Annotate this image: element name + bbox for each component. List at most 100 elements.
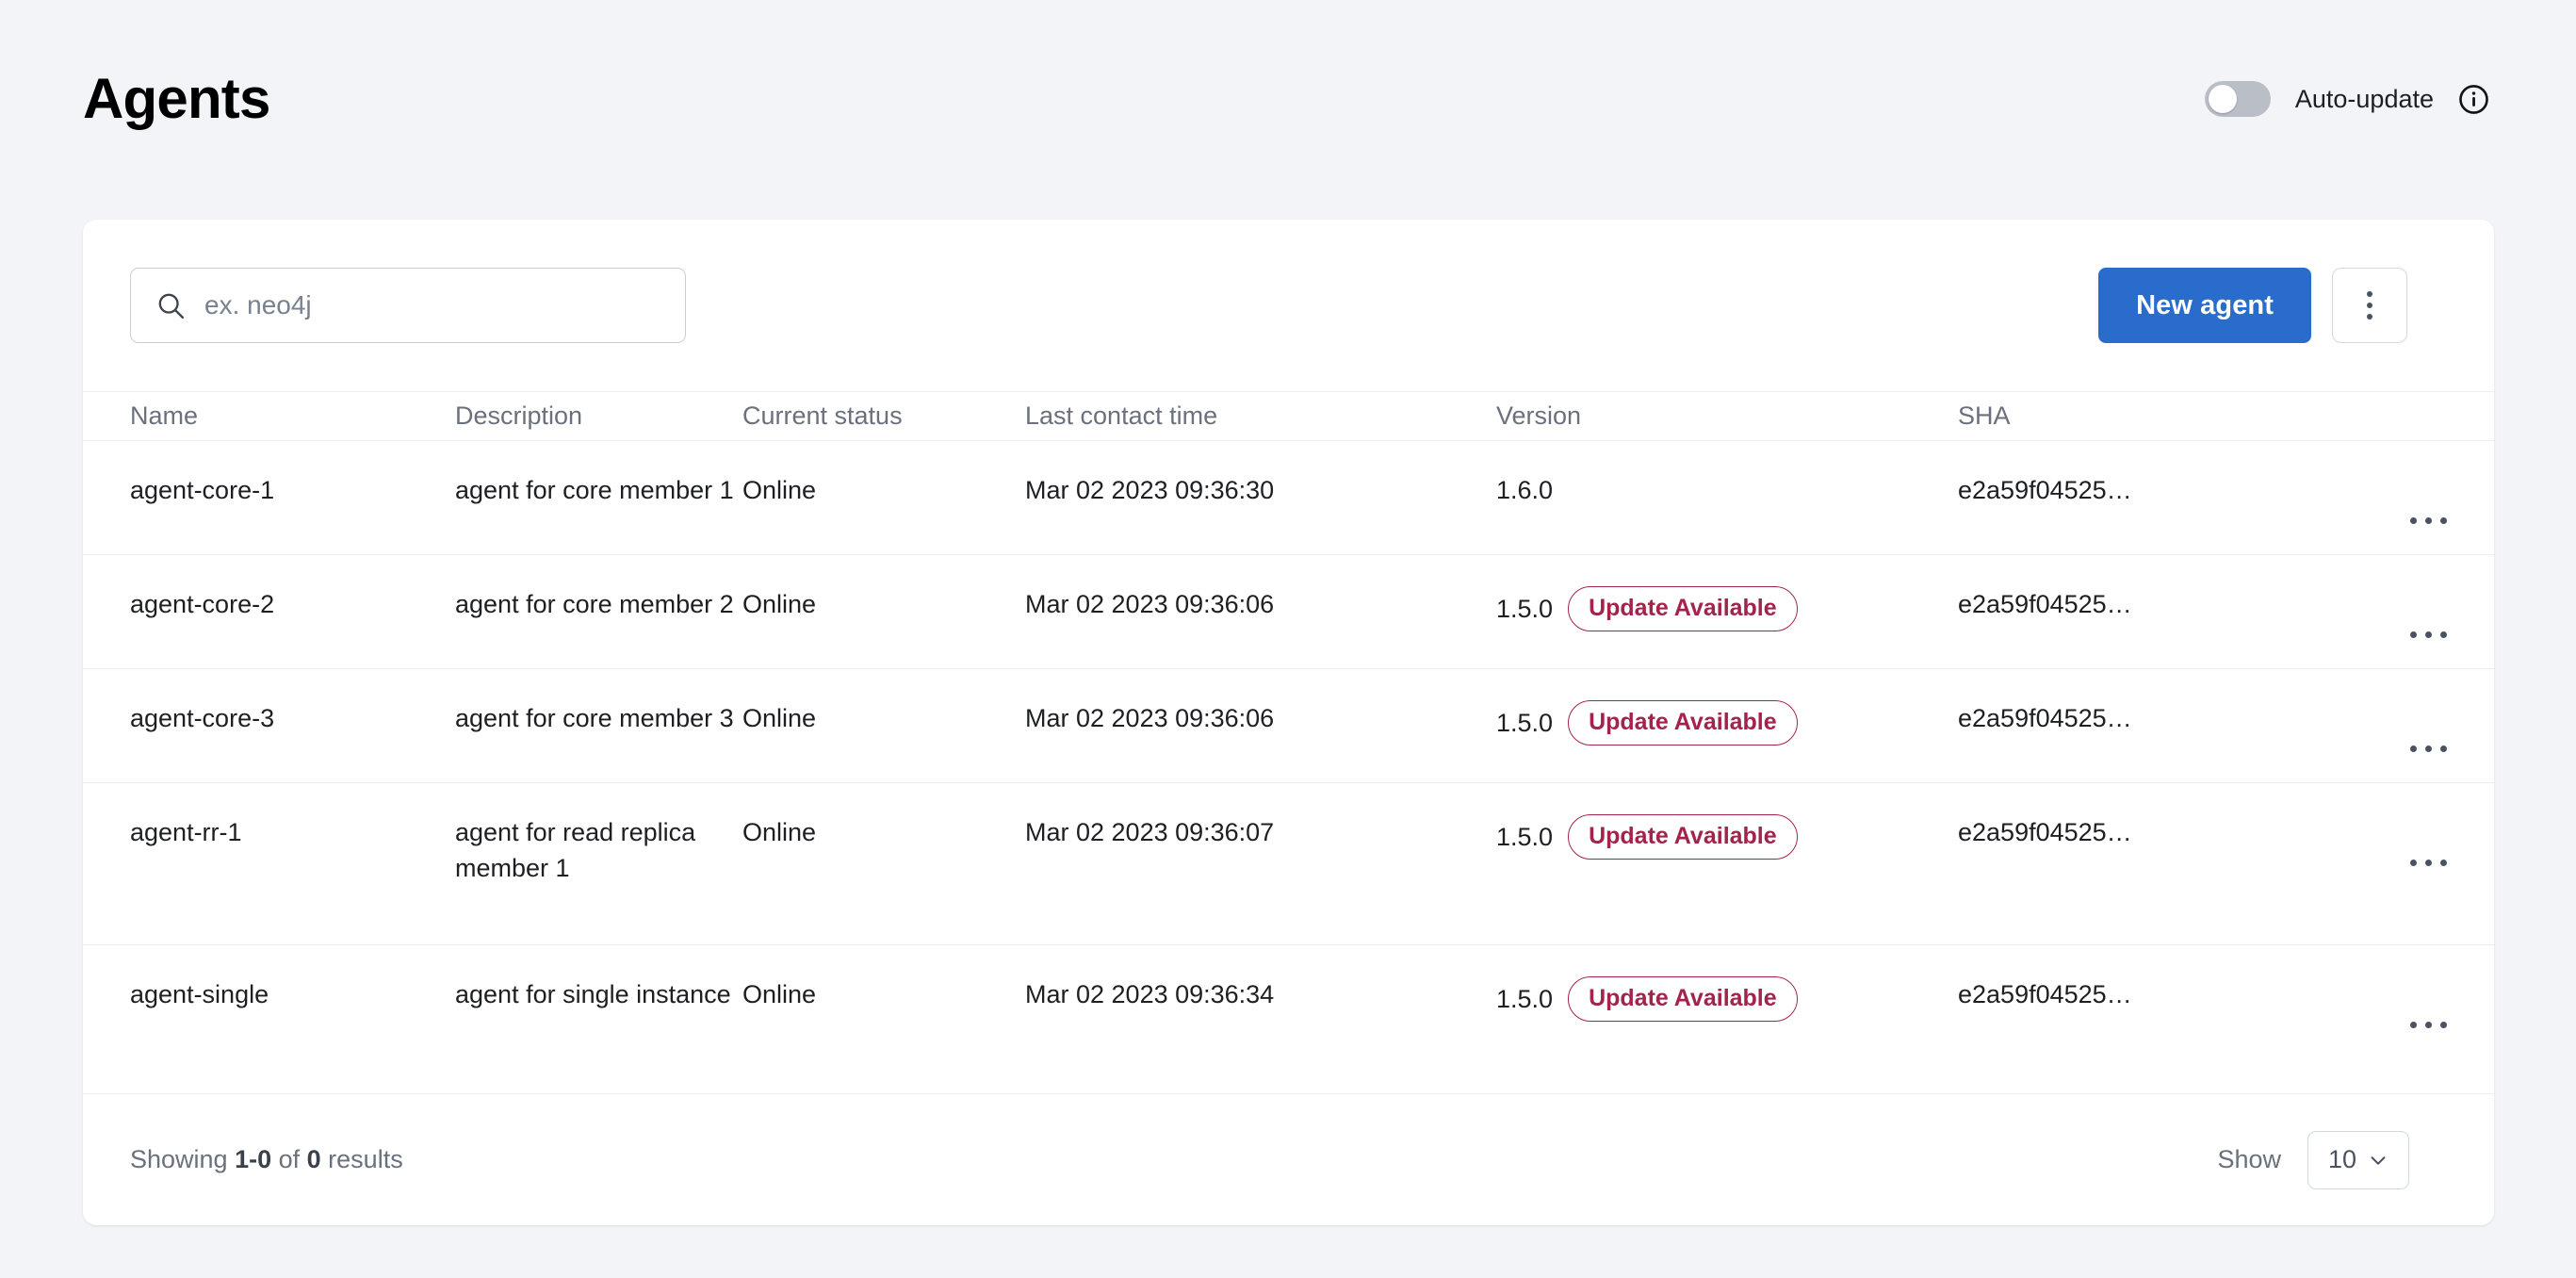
page-size-value: 10 [2327, 1145, 2357, 1173]
cell-name: agent-core-2 [130, 590, 275, 618]
horizontal-dots-icon [2440, 1022, 2447, 1028]
cell-last-contact: Mar 02 2023 09:36:06 [1025, 704, 1275, 732]
horizontal-dots-icon [2425, 631, 2432, 638]
version-value: 1.6.0 [1496, 476, 1554, 504]
vertical-dots-icon [2367, 291, 2372, 297]
cell-description: agent for core member 1 [455, 476, 734, 504]
column-header-status: Current status [742, 401, 903, 430]
table-row[interactable]: agent-single agent for single instance O… [83, 944, 2494, 1093]
horizontal-dots-icon [2440, 746, 2447, 752]
table-overflow-menu-button[interactable] [2332, 268, 2407, 343]
cell-status: Online [742, 476, 817, 504]
table-toolbar: New agent [83, 220, 2494, 391]
column-header-sha: SHA [1958, 401, 2011, 430]
page-header: Agents Auto-update [0, 0, 2576, 198]
update-available-badge[interactable]: Update Available [1568, 586, 1798, 631]
toggle-knob [2208, 85, 2237, 113]
new-agent-button[interactable]: New agent [2098, 268, 2311, 343]
horizontal-dots-icon [2410, 860, 2417, 866]
column-header-description: Description [455, 401, 583, 430]
horizontal-dots-icon [2425, 746, 2432, 752]
horizontal-dots-icon [2410, 746, 2417, 752]
update-available-badge[interactable]: Update Available [1568, 814, 1798, 860]
version-value: 1.5.0 [1496, 822, 1554, 851]
cell-description: agent for single instance [455, 980, 731, 1008]
table-row[interactable]: agent-core-3 agent for core member 3 Onl… [83, 668, 2494, 782]
column-header-last-contact: Last contact time [1025, 401, 1218, 430]
cell-name: agent-core-1 [130, 476, 275, 504]
show-label: Show [2217, 1145, 2281, 1173]
cell-actions [2363, 945, 2494, 1036]
update-available-badge[interactable]: Update Available [1568, 976, 1798, 1022]
horizontal-dots-icon [2425, 517, 2432, 524]
column-header-version: Version [1496, 401, 1582, 430]
cell-description: agent for core member 2 [455, 590, 734, 618]
cell-version: 1.6.0 [1496, 441, 1958, 508]
row-actions-button[interactable] [2403, 624, 2454, 646]
auto-update-toggle[interactable] [2204, 81, 2271, 117]
cell-sha: e2a59f04525… [1958, 590, 2132, 618]
cell-sha: e2a59f04525… [1958, 980, 2132, 1008]
cell-description: agent for read replica member 1 [455, 818, 696, 883]
horizontal-dots-icon [2410, 517, 2417, 524]
horizontal-dots-icon [2440, 631, 2447, 638]
row-actions-button[interactable] [2403, 738, 2454, 760]
horizontal-dots-icon [2410, 631, 2417, 638]
table-footer: Showing 1-0 of 0 results Show 10 [83, 1093, 2494, 1225]
table-row[interactable]: agent-core-2 agent for core member 2 Onl… [83, 554, 2494, 668]
vertical-dots-icon [2367, 314, 2372, 320]
showing-prefix: Showing [130, 1145, 236, 1173]
cell-last-contact: Mar 02 2023 09:36:34 [1025, 980, 1275, 1008]
table-header-row: Name Description Current status Last con… [83, 391, 2494, 440]
info-circle-icon[interactable] [2458, 84, 2489, 115]
cell-actions [2363, 441, 2494, 532]
table-row[interactable]: agent-core-1 agent for core member 1 Onl… [83, 440, 2494, 554]
agents-card: New agent Name Description Current statu… [83, 220, 2494, 1225]
cell-last-contact: Mar 02 2023 09:36:06 [1025, 590, 1275, 618]
cell-sha: e2a59f04525… [1958, 818, 2132, 846]
cell-last-contact: Mar 02 2023 09:36:07 [1025, 818, 1275, 846]
results-count: Showing 1-0 of 0 results [130, 1145, 403, 1174]
version-value: 1.5.0 [1496, 708, 1554, 737]
page-size-select[interactable]: 10 [2307, 1130, 2409, 1189]
version-value: 1.5.0 [1496, 594, 1554, 623]
cell-sha: e2a59f04525… [1958, 476, 2132, 504]
search-icon [158, 293, 185, 319]
cell-name: agent-single [130, 980, 269, 1008]
cell-description: agent for core member 3 [455, 704, 734, 732]
search-box[interactable] [130, 268, 686, 343]
chevron-down-icon [2371, 1155, 2386, 1165]
auto-update-label: Auto-update [2294, 84, 2434, 113]
cell-name: agent-rr-1 [130, 818, 242, 846]
cell-version: 1.5.0 Update Available [1496, 945, 1958, 1022]
row-actions-button[interactable] [2403, 510, 2454, 532]
page-title: Agents [83, 67, 270, 130]
update-available-badge[interactable]: Update Available [1568, 700, 1798, 746]
version-value: 1.5.0 [1496, 984, 1554, 1013]
cell-actions [2363, 555, 2494, 646]
cell-status: Online [742, 818, 817, 846]
row-actions-button[interactable] [2403, 852, 2454, 874]
search-input[interactable] [204, 290, 619, 320]
page-size-controls: Show 10 [2217, 1130, 2409, 1189]
cell-status: Online [742, 704, 817, 732]
showing-middle: of [271, 1145, 307, 1173]
cell-status: Online [742, 980, 817, 1008]
cell-version: 1.5.0 Update Available [1496, 669, 1958, 746]
table-row[interactable]: agent-rr-1 agent for read replica member… [83, 782, 2494, 944]
agents-table: Name Description Current status Last con… [83, 391, 2494, 1093]
showing-total: 0 [306, 1145, 321, 1173]
header-controls: Auto-update [2204, 81, 2489, 117]
agents-page: Agents Auto-update ex. neo4j New agent N… [0, 0, 2576, 1278]
horizontal-dots-icon [2440, 860, 2447, 866]
horizontal-dots-icon [2425, 860, 2432, 866]
horizontal-dots-icon [2410, 1022, 2417, 1028]
row-actions-button[interactable] [2403, 1014, 2454, 1036]
toolbar-actions: New agent [2098, 268, 2407, 343]
cell-version: 1.5.0 Update Available [1496, 555, 1958, 631]
cell-version: 1.5.0 Update Available [1496, 783, 1958, 860]
cell-status: Online [742, 590, 817, 618]
cell-actions [2363, 783, 2494, 874]
horizontal-dots-icon [2440, 517, 2447, 524]
column-header-name: Name [130, 401, 199, 430]
